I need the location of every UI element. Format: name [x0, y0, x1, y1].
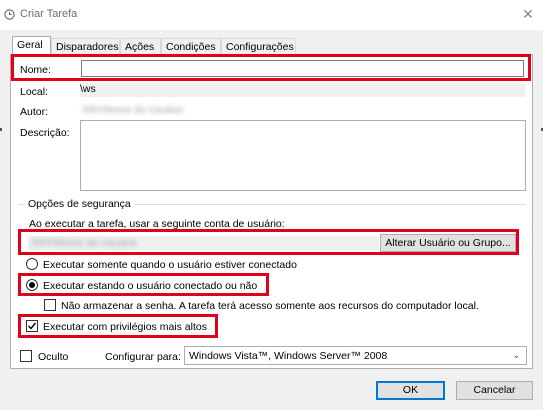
hidden-checkbox[interactable]: [20, 350, 32, 362]
location-field: \ws: [80, 83, 525, 97]
highest-privileges-label: Executar com privilégios mais altos: [43, 321, 207, 333]
tab-conditions[interactable]: Condições: [161, 38, 221, 54]
no-store-password-label: Não armazenar a senha. A tarefa terá ace…: [61, 300, 479, 312]
account-field: SRV\Nome do Usuário: [28, 236, 379, 251]
hidden-label: Oculto: [38, 351, 69, 363]
configure-for-value: Windows Vista™, Windows Server™ 2008: [189, 350, 388, 362]
author-label: Autor:: [20, 106, 49, 118]
chevron-down-icon: ⌄: [512, 350, 520, 360]
ok-label: OK: [402, 384, 419, 396]
radio-logged-on-label: Executar somente quando o usuário estive…: [43, 259, 297, 271]
tab-actions[interactable]: Ações: [120, 38, 161, 54]
tab-label: Condições: [166, 41, 216, 53]
checkmark-icon: [28, 322, 37, 330]
configure-for-label: Configurar para:: [105, 351, 181, 363]
account-prompt: Ao executar a tarefa, usar a seguinte co…: [29, 218, 285, 230]
radio-dot: [29, 282, 35, 288]
task-scheduler-icon: [4, 9, 15, 20]
window-title: Criar Tarefa: [20, 8, 78, 20]
tab-label: Disparadores: [56, 41, 119, 53]
tab-settings[interactable]: Configurações: [221, 38, 296, 54]
tab-label: Ações: [125, 41, 155, 53]
title-bar: Criar Tarefa ✕: [0, 0, 543, 30]
security-group-title: Opções de segurança: [25, 198, 134, 210]
radio-whether-logged-label: Executar estando o usuário conectado ou …: [43, 280, 258, 292]
account-value: SRV\Nome do Usuário: [31, 237, 138, 249]
author-value: SRV\Nome do Usuário: [82, 105, 183, 116]
description-label: Descrição:: [20, 127, 70, 139]
cancel-label: Cancelar: [473, 384, 516, 396]
tab-label: Configurações: [226, 41, 294, 53]
no-store-password-checkbox[interactable]: [44, 299, 56, 311]
edge-marker: [0, 128, 2, 131]
name-field[interactable]: [81, 60, 524, 77]
tab-triggers[interactable]: Disparadores: [51, 38, 120, 54]
close-icon[interactable]: ✕: [520, 6, 536, 22]
tab-general[interactable]: Geral: [12, 36, 51, 55]
location-label: Local:: [20, 86, 49, 98]
description-field[interactable]: [80, 120, 526, 191]
cancel-button[interactable]: Cancelar: [456, 381, 533, 400]
radio-whether-logged[interactable]: [26, 279, 38, 291]
change-user-label: Alterar Usuário ou Grupo...: [385, 237, 511, 249]
change-user-button[interactable]: Alterar Usuário ou Grupo...: [380, 234, 516, 252]
ok-button[interactable]: OK: [376, 381, 445, 400]
tab-label: Geral: [17, 39, 43, 51]
radio-logged-on[interactable]: [26, 258, 38, 270]
highest-privileges-checkbox[interactable]: [26, 320, 38, 332]
name-label: Nome:: [20, 64, 51, 76]
location-value: \ws: [80, 83, 96, 95]
configure-for-select[interactable]: Windows Vista™, Windows Server™ 2008 ⌄: [184, 346, 527, 365]
